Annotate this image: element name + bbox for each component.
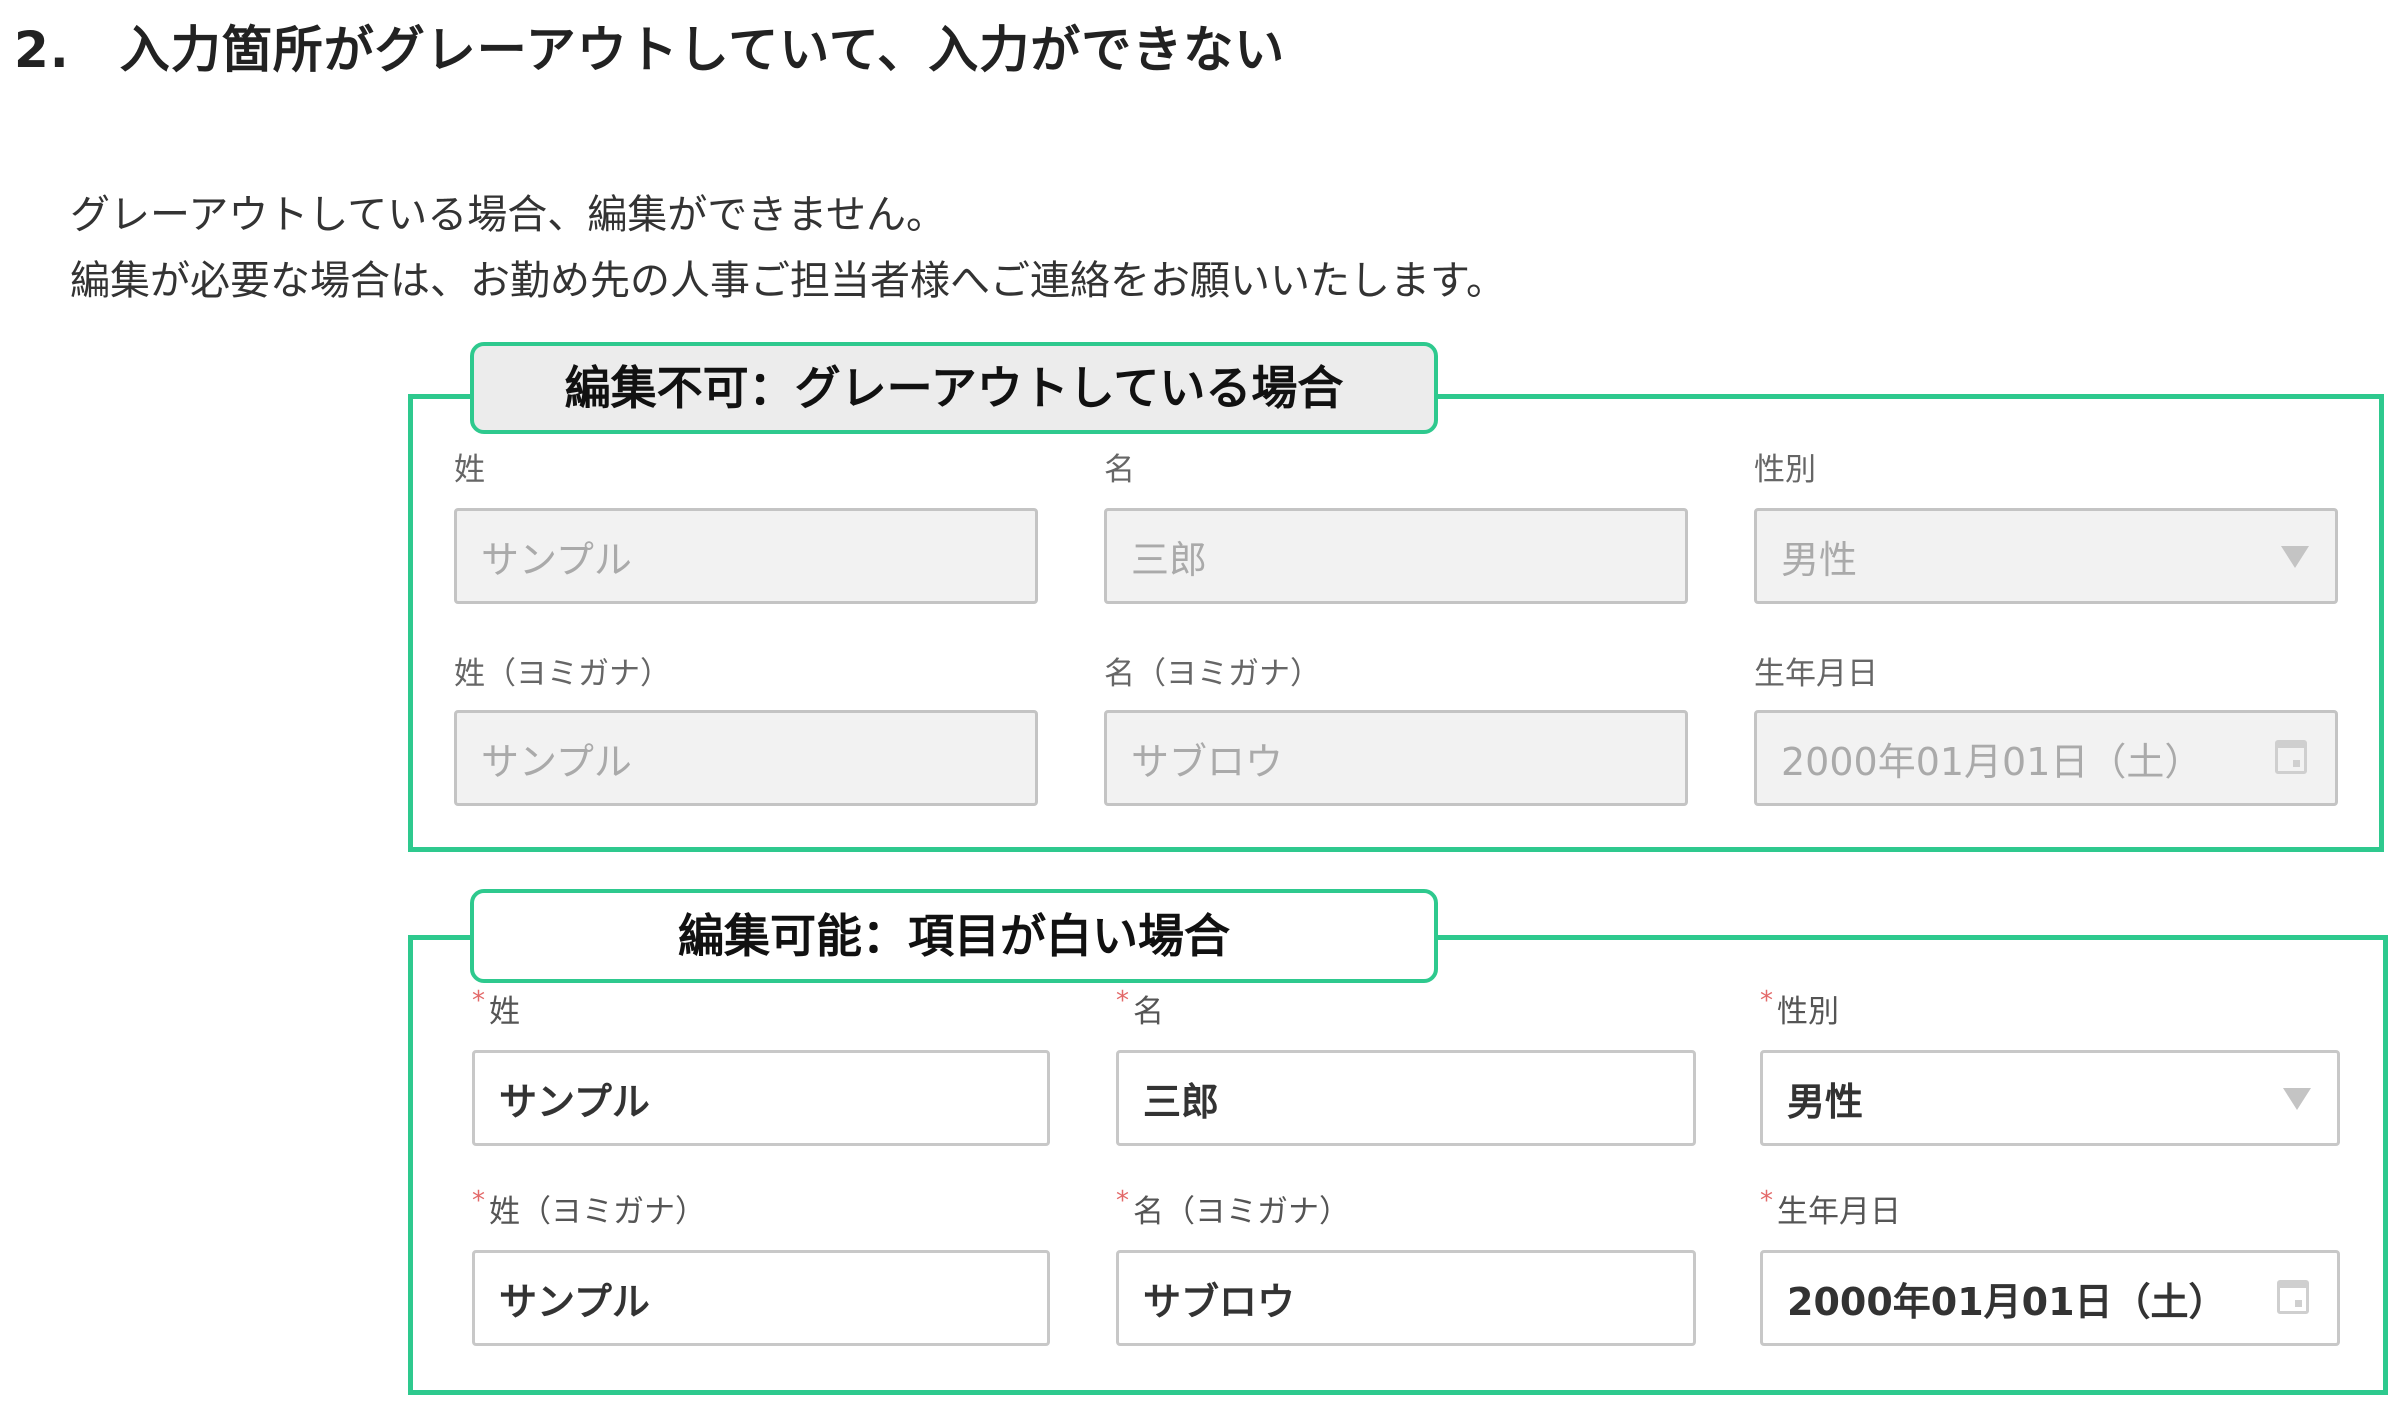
disabled-panel-title: 編集不可：グレーアウトしている場合 bbox=[470, 342, 1438, 434]
first-name-kana-value-disabled: サブロウ bbox=[1131, 739, 1284, 784]
first-name-value: 三郎 bbox=[1143, 1079, 1220, 1124]
first-name-kana-value: サブロウ bbox=[1143, 1279, 1296, 1324]
label-gender-text: 性別 bbox=[1777, 994, 1839, 1030]
label-birthdate-text: 生年月日 bbox=[1777, 1194, 1901, 1230]
last-name-value-disabled: サンプル bbox=[481, 537, 632, 582]
label-first-name: * 名 bbox=[1116, 986, 1164, 1031]
label-gender-disabled: 性別 bbox=[1754, 452, 1816, 488]
required-mark: * bbox=[472, 1186, 485, 1216]
label-first-name-kana: * 名（ヨミガナ） bbox=[1116, 1186, 1350, 1231]
label-gender: * 性別 bbox=[1760, 986, 1839, 1031]
birthdate-input-disabled: 2000年01月01日（土） bbox=[1754, 710, 2338, 806]
label-last-name-disabled: 姓 bbox=[454, 452, 485, 488]
first-name-kana-input[interactable]: サブロウ bbox=[1116, 1250, 1696, 1346]
section-heading: 2. 入力箇所がグレーアウトしていて、入力ができない bbox=[14, 10, 1285, 82]
last-name-value: サンプル bbox=[499, 1079, 650, 1124]
caret-down-icon bbox=[2283, 1088, 2311, 1110]
required-mark: * bbox=[1116, 986, 1129, 1016]
gender-select-disabled: 男性 bbox=[1754, 508, 2338, 604]
gender-select[interactable]: 男性 bbox=[1760, 1050, 2340, 1146]
last-name-input[interactable]: サンプル bbox=[472, 1050, 1050, 1146]
gender-value: 男性 bbox=[1787, 1079, 1864, 1124]
birthdate-value-disabled: 2000年01月01日（土） bbox=[1781, 739, 2203, 784]
label-last-name-text: 姓 bbox=[489, 994, 520, 1030]
label-last-name-kana: * 姓（ヨミガナ） bbox=[472, 1186, 706, 1231]
label-first-name-disabled: 名 bbox=[1104, 452, 1135, 488]
label-last-name: * 姓 bbox=[472, 986, 520, 1031]
birthdate-input[interactable]: 2000年01月01日（土） bbox=[1760, 1250, 2340, 1346]
enabled-panel-title: 編集可能：項目が白い場合 bbox=[470, 889, 1438, 983]
label-last-name-kana-disabled: 姓（ヨミガナ） bbox=[454, 656, 671, 692]
gender-value-disabled: 男性 bbox=[1781, 537, 1858, 582]
calendar-icon[interactable] bbox=[2277, 1280, 2309, 1314]
last-name-kana-input-disabled: サンプル bbox=[454, 710, 1038, 806]
label-birthdate-disabled: 生年月日 bbox=[1754, 656, 1878, 692]
label-last-name-kana-text: 姓（ヨミガナ） bbox=[489, 1194, 706, 1230]
first-name-kana-input-disabled: サブロウ bbox=[1104, 710, 1688, 806]
label-first-name-kana-disabled: 名（ヨミガナ） bbox=[1104, 656, 1321, 692]
last-name-kana-value: サンプル bbox=[499, 1279, 650, 1324]
section-number: 2. bbox=[14, 21, 70, 79]
section-title: 入力箇所がグレーアウトしていて、入力ができない bbox=[119, 21, 1286, 79]
last-name-input-disabled: サンプル bbox=[454, 508, 1038, 604]
first-name-value-disabled: 三郎 bbox=[1131, 537, 1208, 582]
last-name-kana-input[interactable]: サンプル bbox=[472, 1250, 1050, 1346]
help-page: 2. 入力箇所がグレーアウトしていて、入力ができない グレーアウトしている場合、編… bbox=[0, 0, 2400, 1407]
first-name-input[interactable]: 三郎 bbox=[1116, 1050, 1696, 1146]
birthdate-value: 2000年01月01日（土） bbox=[1787, 1279, 2227, 1324]
calendar-icon bbox=[2275, 740, 2307, 774]
required-mark: * bbox=[1116, 1186, 1129, 1216]
last-name-kana-value-disabled: サンプル bbox=[481, 739, 632, 784]
required-mark: * bbox=[1760, 1186, 1773, 1216]
required-mark: * bbox=[1760, 986, 1773, 1016]
label-first-name-kana-text: 名（ヨミガナ） bbox=[1133, 1194, 1350, 1230]
description-line-1: グレーアウトしている場合、編集ができません。 bbox=[70, 192, 946, 238]
caret-down-icon bbox=[2281, 546, 2309, 568]
description-line-2: 編集が必要な場合は、お勤め先の人事ご担当者様へご連絡をお願いいたします。 bbox=[70, 258, 1506, 304]
label-first-name-text: 名 bbox=[1133, 994, 1164, 1030]
required-mark: * bbox=[472, 986, 485, 1016]
label-birthdate: * 生年月日 bbox=[1760, 1186, 1901, 1231]
first-name-input-disabled: 三郎 bbox=[1104, 508, 1688, 604]
